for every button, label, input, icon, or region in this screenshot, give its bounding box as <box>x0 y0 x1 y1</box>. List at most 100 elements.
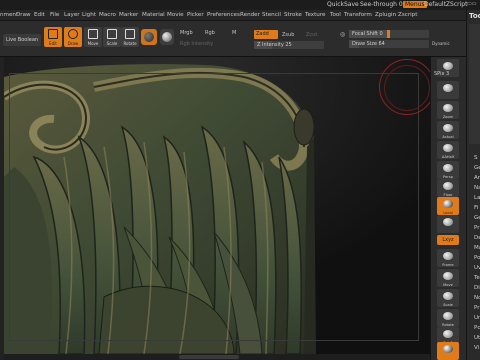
mrgb-button[interactable]: Mrgb <box>180 30 193 36</box>
tray-item-polypaint-tools[interactable]: Pc <box>474 325 480 331</box>
focal-shift-knob[interactable] <box>387 30 390 38</box>
scale-mode-button[interactable]: Scale <box>103 27 121 47</box>
document-canvas[interactable] <box>4 57 430 354</box>
menu-layer[interactable]: Layer <box>64 12 80 18</box>
edit-icon <box>48 29 58 39</box>
live-boolean-button[interactable]: Live Boolean <box>3 34 41 46</box>
menu-draw[interactable]: Draw <box>16 12 31 18</box>
tray-item-displacement-map[interactable]: Di <box>474 285 480 291</box>
z-intensity-label: Z Intensity 25 <box>257 42 292 48</box>
menu-movie[interactable]: Movie <box>167 12 184 18</box>
menu-marker[interactable]: Marker <box>119 12 138 18</box>
move-view-label: Move <box>443 283 453 287</box>
tray-item-utilities[interactable]: Ut <box>474 335 480 341</box>
actual-label: Actual <box>442 135 454 139</box>
rotate-mode-button[interactable]: Rotate <box>121 27 139 47</box>
transp-button[interactable] <box>437 342 459 360</box>
scale-view-icon <box>443 292 453 300</box>
tray-item-preview[interactable]: Pr <box>474 225 479 231</box>
lxyz-toggle[interactable]: Lxyz <box>437 235 459 245</box>
frame-icon <box>443 252 453 260</box>
tray-item-polypaint[interactable]: Pr <box>474 305 479 311</box>
local-button[interactable]: Local <box>437 197 459 215</box>
focal-shift-slider[interactable]: Focal Shift 0 <box>349 30 429 38</box>
menu-light[interactable]: Light <box>82 12 96 18</box>
actual-button[interactable]: Actual <box>437 121 459 139</box>
color-sphere-icon[interactable] <box>160 29 174 45</box>
menu-zplugin[interactable]: Zplugin <box>375 12 396 18</box>
tray-item-normal-map[interactable]: No <box>474 295 480 301</box>
menu-preferences[interactable]: Preferences <box>207 12 240 18</box>
quicksave-button[interactable]: QuickSave <box>327 1 359 8</box>
tray-item-array-mesh[interactable]: Ar <box>474 175 480 181</box>
scale-icon <box>107 29 117 39</box>
tray-item-fibermesh[interactable]: Fi <box>474 205 478 211</box>
rgb-intensity-slider[interactable]: Rgb Intensity <box>180 41 213 47</box>
zsub-button[interactable]: Zsub <box>282 32 294 38</box>
tray-item-unified-skin[interactable]: Un <box>474 315 480 321</box>
menu-transform[interactable]: Transform <box>344 12 372 18</box>
tray-item-nanomesh[interactable]: Na <box>474 185 480 191</box>
material-swatch[interactable] <box>141 29 157 45</box>
tool-preview[interactable] <box>469 24 480 144</box>
draw-size-label: Draw Size 64 <box>352 41 385 47</box>
zoom-label: Zoom <box>442 115 454 119</box>
bottom-tray-handle[interactable] <box>179 355 239 359</box>
dynamic-toggle[interactable]: Dynamic <box>432 41 450 46</box>
default-zscript-button[interactable]: DefaultZScript <box>424 1 467 8</box>
tray-item-visibility[interactable]: Vi <box>474 345 479 351</box>
move-view-button[interactable]: Move <box>437 269 459 287</box>
tray-item-subtool[interactable]: S <box>474 155 478 161</box>
menu-material[interactable]: Material <box>142 12 165 18</box>
tray-item-polygroups[interactable]: Po <box>474 255 480 261</box>
menu-stencil[interactable]: Stencil <box>262 12 281 18</box>
rotate-view-button[interactable]: Rotate <box>437 309 459 327</box>
actual-icon <box>443 124 453 132</box>
m-button[interactable]: M <box>232 30 236 36</box>
rgb-button[interactable]: Rgb <box>205 30 215 36</box>
menu-render[interactable]: Render <box>240 12 260 18</box>
z-intensity-slider[interactable]: Z Intensity 25 <box>254 41 324 49</box>
spix-slider[interactable]: SPix 3 <box>434 71 449 77</box>
see-through-slider[interactable]: See-through 0 <box>360 1 403 8</box>
window-controls-icon[interactable]: ▭▭ <box>467 1 476 7</box>
tray-item-geometry-hd[interactable]: Ge <box>474 215 480 221</box>
floor-button[interactable]: Floor <box>437 179 459 197</box>
edit-mode-button[interactable]: Edit <box>44 27 62 47</box>
scroll-button[interactable] <box>437 81 459 99</box>
tray-item-deformation[interactable]: De <box>474 235 480 241</box>
menu-texture[interactable]: Texture <box>305 12 325 18</box>
menu-file[interactable]: File <box>50 12 59 18</box>
gizmo-button[interactable] <box>437 215 459 233</box>
menu-macro[interactable]: Macro <box>99 12 116 18</box>
menu-stroke[interactable]: Stroke <box>284 12 302 18</box>
aahalf-icon <box>443 144 453 152</box>
frame-button[interactable]: Frame <box>437 249 459 267</box>
draw-label: Draw <box>67 41 79 46</box>
aahalf-label: AAHalf <box>441 155 455 159</box>
zoom-button[interactable]: Zoom <box>437 101 459 119</box>
menu-tool[interactable]: Tool <box>330 12 341 18</box>
zoom-icon <box>443 104 453 112</box>
tray-item-texture-map[interactable]: Te <box>474 275 480 281</box>
tool-palette-title[interactable]: Too <box>469 12 480 20</box>
tray-item-geometry[interactable]: Ge <box>474 165 480 171</box>
draw-mode-button[interactable]: Draw <box>64 27 82 47</box>
persp-button[interactable]: Persp <box>437 161 459 179</box>
transp-icon <box>443 345 453 353</box>
zadd-button[interactable]: Zadd <box>254 30 278 39</box>
menu-zscript[interactable]: Zscript <box>398 12 417 18</box>
tray-item-uv-map[interactable]: Uv <box>474 265 480 271</box>
draw-size-slider[interactable]: Draw Size 64 <box>349 40 429 48</box>
scale-view-button[interactable]: Scale <box>437 289 459 307</box>
focal-shift-label: Focal Shift 0 <box>352 31 383 37</box>
tool-palette-tray: Too S Ge Ar Na La Fi Ge Pr De Ma Po Uv T… <box>466 10 480 360</box>
menu-edit[interactable]: Edit <box>34 12 45 18</box>
move-mode-button[interactable]: Move <box>84 27 102 47</box>
tray-item-masking[interactable]: Ma <box>474 245 480 251</box>
aahalf-button[interactable]: AAHalf <box>437 141 459 159</box>
zcut-button[interactable]: Zcut <box>306 32 317 38</box>
tray-item-layers[interactable]: La <box>474 195 480 201</box>
frame-label: Frame <box>442 263 454 267</box>
menu-picker[interactable]: Picker <box>187 12 204 18</box>
